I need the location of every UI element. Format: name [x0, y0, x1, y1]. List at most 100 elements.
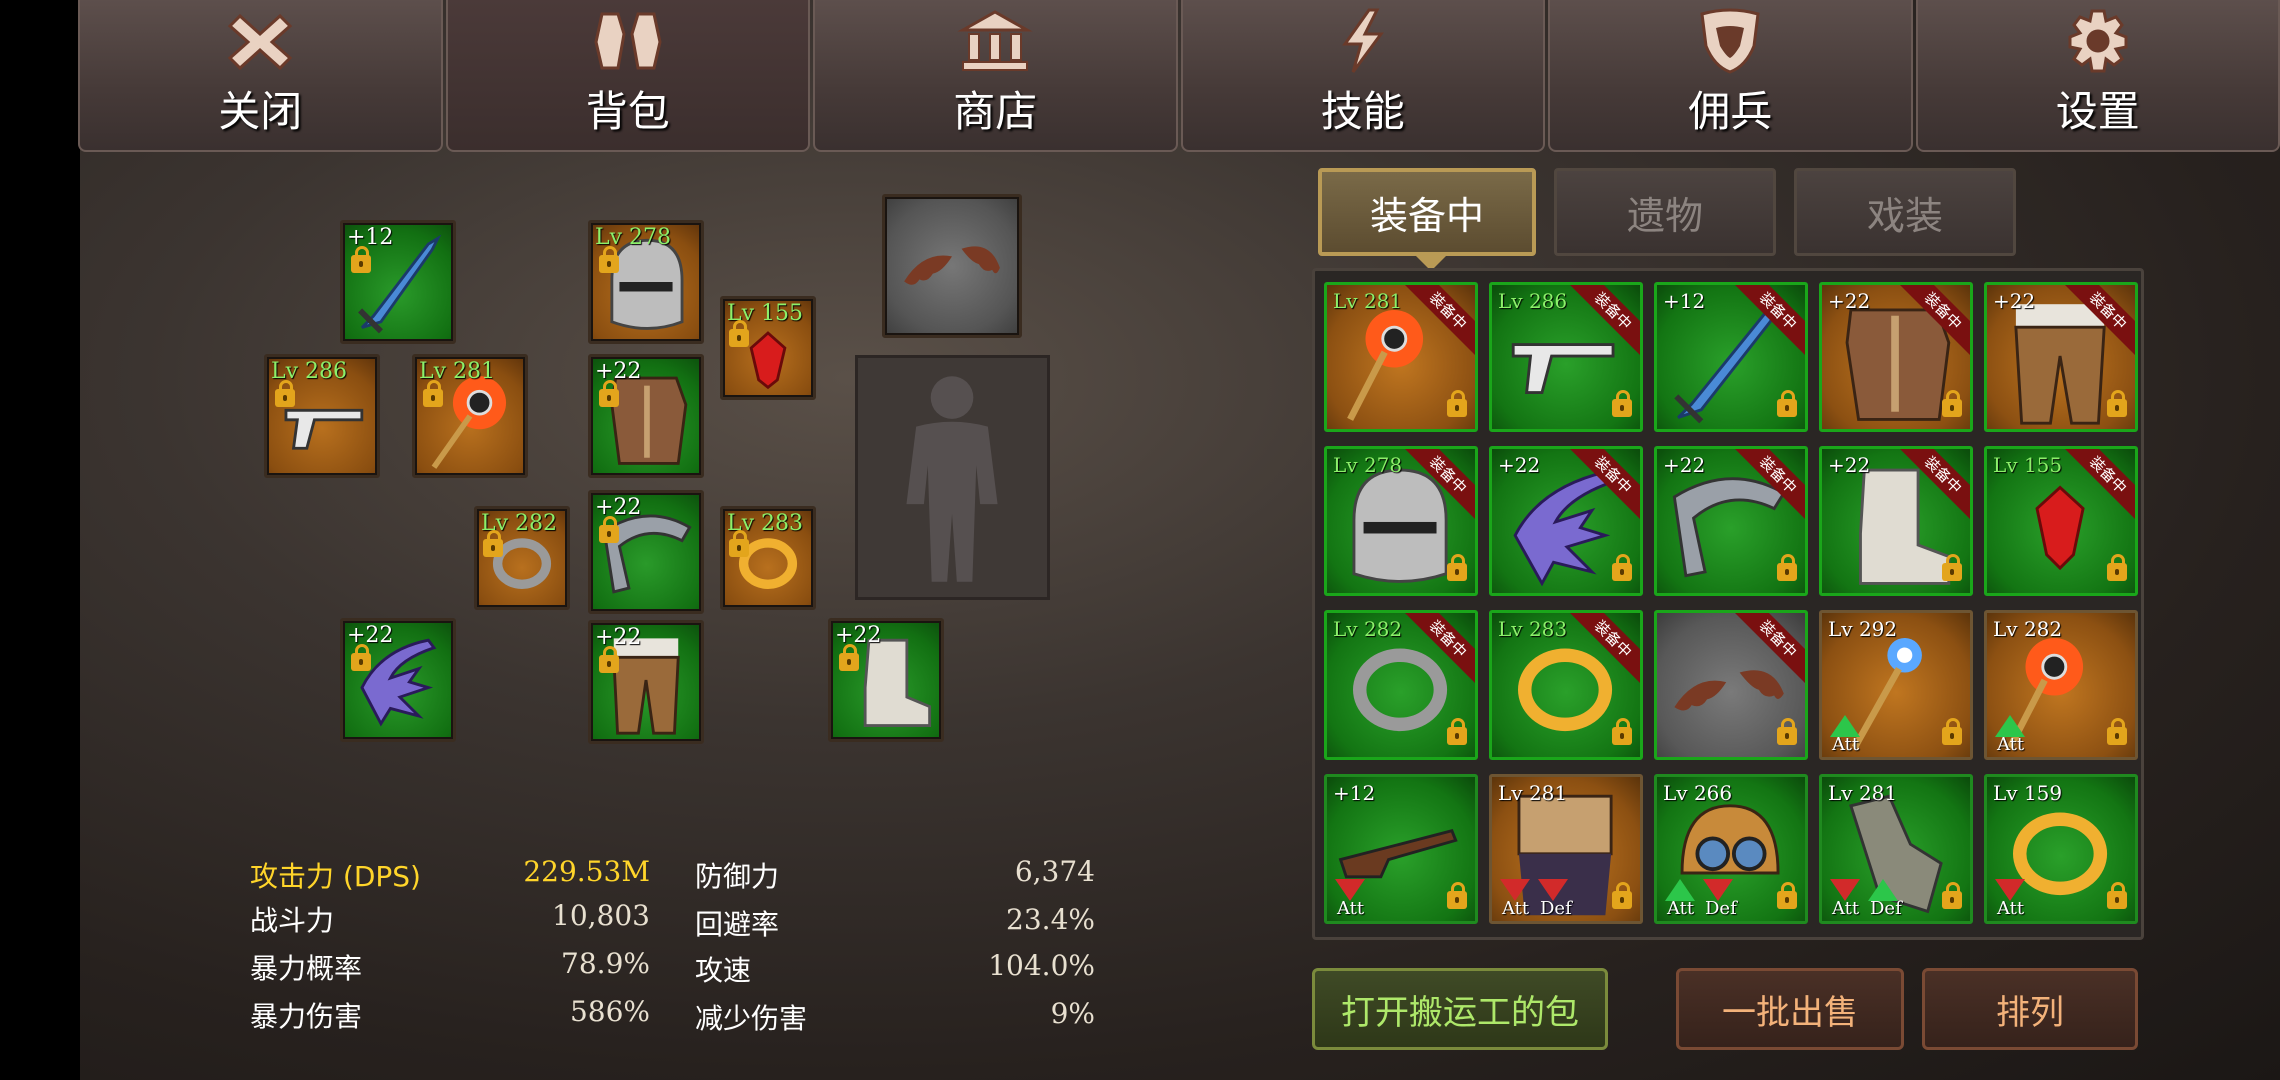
stat-label: 战斗力: [250, 904, 335, 937]
tab-relics[interactable]: 遗物: [1554, 168, 1776, 256]
inventory-item[interactable]: +12 装备中: [1654, 282, 1808, 432]
sort-button[interactable]: 排列: [1922, 968, 2138, 1050]
inventory-item[interactable]: +22 装备中: [1654, 446, 1808, 596]
stat-crit-rate: 暴力概率 78.9%: [250, 947, 650, 987]
lock-icon: [729, 320, 749, 347]
slot-weapon[interactable]: +12: [340, 220, 456, 344]
stat-evasion: 回避率 23.4%: [695, 903, 1095, 943]
stat-value: 78.9%: [561, 947, 650, 980]
inventory-item[interactable]: Lv 159 Att: [1984, 774, 2138, 924]
bulk-sell-button[interactable]: 一批出售: [1676, 968, 1904, 1050]
slot-armor[interactable]: +22: [588, 354, 704, 478]
inventory-item[interactable]: Lv 281 装备中: [1324, 282, 1478, 432]
slot-weapon-tag: +12: [347, 225, 394, 250]
inventory-item[interactable]: Lv 281 Att Def: [1819, 774, 1973, 924]
skill-icon: [1341, 8, 1384, 73]
inventory-item[interactable]: Lv 281 Att Def: [1489, 774, 1643, 924]
slot-armor-tag: +22: [595, 359, 642, 384]
tab-skill[interactable]: 技能: [1180, 0, 1545, 152]
lock-icon: [2107, 390, 2127, 417]
stat-compare-label: Att: [1337, 898, 1365, 919]
inventory-item[interactable]: +22 装备中: [1819, 282, 1973, 432]
item-tag: Lv 282: [1993, 617, 2063, 641]
inventory-item[interactable]: Lv 155 装备中: [1984, 446, 2138, 596]
backpack-icon: [594, 12, 662, 70]
inventory-item[interactable]: +22 装备中: [1819, 446, 1973, 596]
stat-value: 586%: [569, 995, 650, 1028]
bat-wings-icon: [904, 246, 1000, 285]
lock-icon: [1942, 554, 1962, 581]
lock-icon: [351, 644, 371, 671]
inventory-item[interactable]: +22 装备中: [1489, 446, 1643, 596]
slot-pistol[interactable]: Lv 286: [264, 354, 380, 478]
inventory-item[interactable]: +22 装备中: [1984, 282, 2138, 432]
stat-value: 6,374: [1014, 855, 1095, 888]
item-tag: +12: [1663, 289, 1706, 313]
inventory-item[interactable]: Lv 282 Att: [1984, 610, 2138, 760]
stat-dps: 攻击力 (DPS) 229.53M: [250, 855, 650, 895]
item-tag: Lv 159: [1993, 781, 2063, 805]
inventory-item[interactable]: Lv 286 装备中: [1489, 282, 1643, 432]
tab-equipped[interactable]: 装备中: [1318, 168, 1536, 256]
slot-boots[interactable]: +22: [828, 618, 944, 742]
slot-pants[interactable]: +22: [588, 620, 704, 744]
inventory-item[interactable]: Lv 282 装备中: [1324, 610, 1478, 760]
mercenary-icon: [1700, 8, 1760, 74]
item-tag: Lv 278: [1333, 453, 1403, 477]
lock-icon: [729, 530, 749, 557]
tab-costume[interactable]: 戏装: [1794, 168, 2016, 256]
item-tag: Lv 281: [1333, 289, 1403, 313]
stat-label: 攻击力 (DPS): [250, 860, 421, 893]
slot-staff[interactable]: Lv 281: [412, 354, 528, 478]
stat-attack-speed: 攻速 104.0%: [695, 949, 1095, 989]
lock-icon: [599, 246, 619, 273]
lock-icon: [1942, 390, 1962, 417]
lock-icon: [275, 380, 295, 407]
character-silhouette: [855, 355, 1050, 600]
item-tag: +22: [1993, 289, 2036, 313]
stat-label: 暴力伤害: [250, 1000, 363, 1033]
slot-gloves[interactable]: +22: [340, 618, 456, 742]
tab-settings[interactable]: 设置: [1915, 0, 2280, 152]
inventory-item[interactable]: +12 Att: [1324, 774, 1478, 924]
tab-mercenary[interactable]: 佣兵: [1548, 0, 1913, 152]
character-silhouette-icon: [906, 376, 998, 582]
inventory-item[interactable]: Lv 278 装备中: [1324, 446, 1478, 596]
open-porter-bag-button[interactable]: 打开搬运工的包: [1312, 968, 1608, 1050]
slot-shoulder[interactable]: +22: [588, 490, 704, 614]
item-tag: Lv 283: [1498, 617, 1568, 641]
inventory-item[interactable]: Lv 292 Att: [1819, 610, 1973, 760]
inventory-item[interactable]: Lv 266 Att Def: [1654, 774, 1808, 924]
slot-necklace[interactable]: Lv 155: [720, 296, 816, 400]
stat-crit-damage: 暴力伤害 586%: [250, 995, 650, 1035]
tab-shop[interactable]: 商店: [813, 0, 1178, 152]
lock-icon: [423, 380, 443, 407]
stat-label: 暴力概率: [250, 952, 363, 985]
lock-icon: [1612, 882, 1632, 909]
tab-close[interactable]: 关闭: [78, 0, 443, 152]
inventory-item[interactable]: 装备中: [1654, 610, 1808, 760]
stat-damage-reduction: 减少伤害 9%: [695, 997, 1095, 1037]
tab-settings-label: 设置: [2055, 87, 2140, 136]
slot-ring-left[interactable]: Lv 282: [474, 506, 570, 610]
lock-icon: [1777, 718, 1797, 745]
stat-compare-label: Att: [1832, 898, 1860, 919]
tab-mercenary-label: 佣兵: [1688, 87, 1773, 136]
slot-gloves-tag: +22: [347, 623, 394, 648]
slot-ring-right[interactable]: Lv 283: [720, 506, 816, 610]
slot-wings[interactable]: [882, 194, 1022, 338]
inventory-item[interactable]: Lv 283 装备中: [1489, 610, 1643, 760]
stat-value: 23.4%: [1006, 903, 1095, 936]
tab-shop-label: 商店: [953, 87, 1038, 136]
item-tag: Lv 281: [1498, 781, 1568, 805]
lock-icon: [1612, 718, 1632, 745]
gear-icon: [2068, 9, 2128, 73]
tab-backpack[interactable]: 背包: [445, 0, 810, 152]
item-tag: +22: [1828, 289, 1871, 313]
stat-compare-label: Att: [1502, 898, 1530, 919]
stat-compare-label: Att: [1832, 734, 1860, 755]
lock-icon: [599, 646, 619, 673]
lock-icon: [1447, 554, 1467, 581]
stat-value: 229.53M: [523, 855, 650, 888]
slot-helmet[interactable]: Lv 278: [588, 220, 704, 344]
